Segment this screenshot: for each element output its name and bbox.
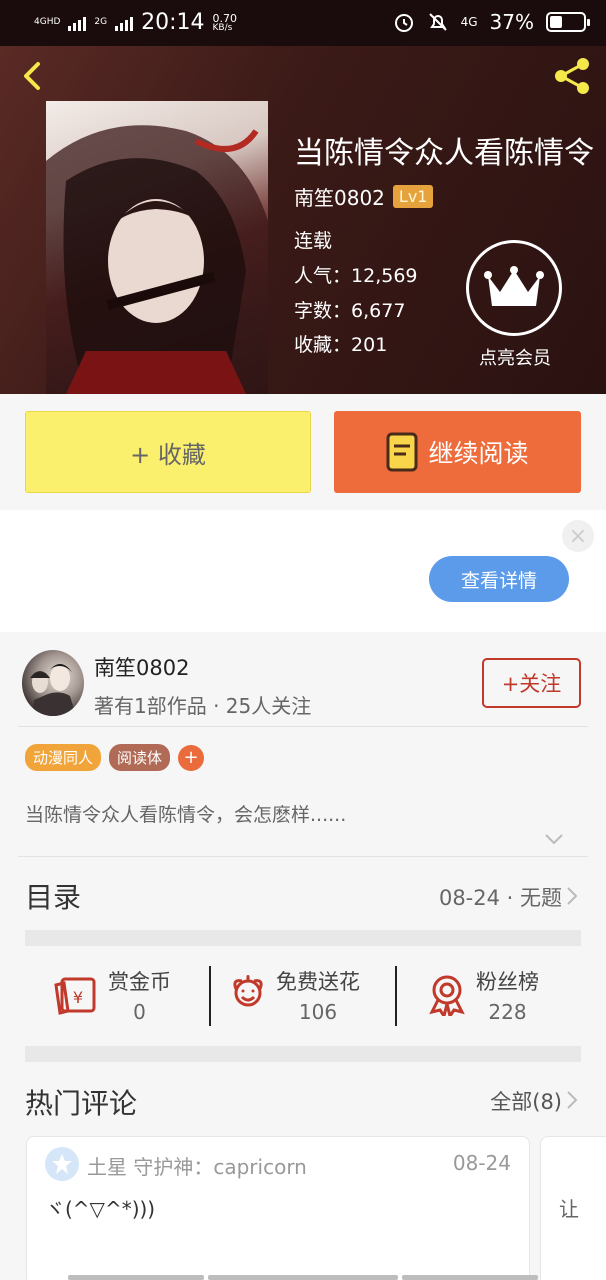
reward-coin-value: 0: [133, 1000, 146, 1024]
reward-coin-button[interactable]: ¥ 赏金币 0: [54, 966, 171, 1024]
fan-ranking-button[interactable]: 粉丝榜 228: [428, 966, 539, 1024]
crown-icon: [466, 240, 562, 336]
send-flower-button[interactable]: 免费送花 106: [230, 966, 360, 1024]
word-count-value: 6,677: [351, 300, 406, 322]
avatar[interactable]: [22, 650, 84, 716]
comment-card[interactable]: 让: [540, 1136, 606, 1280]
carousel-indicator: [402, 1275, 538, 1280]
network-type-2: 2G: [94, 17, 108, 27]
add-tag-button[interactable]: +: [178, 744, 205, 771]
network-type-1: 4GHD: [34, 17, 61, 27]
comment-text: ヾ(^▽^*))): [45, 1197, 156, 1221]
stats-row: ¥ 赏金币 0 免费送花 106 粉丝榜 228: [0, 946, 606, 1046]
mute-bell-icon: [428, 13, 447, 31]
tag-reading-style[interactable]: 阅读体: [109, 744, 171, 771]
book-icon: [386, 432, 418, 472]
user-avatar-icon[interactable]: [45, 1147, 79, 1181]
action-bar: + 收藏 继续阅读: [0, 394, 606, 510]
book-status: 连载: [294, 230, 333, 252]
chevron-right-icon[interactable]: [566, 1090, 578, 1110]
fan-ranking-value: 228: [488, 1000, 527, 1024]
net-speed-unit: KB/s: [212, 22, 233, 33]
follow-button[interactable]: +关注: [482, 658, 581, 708]
section-separator: [25, 1046, 581, 1062]
table-of-contents-row[interactable]: 目录 08-24 · 无题: [0, 866, 606, 928]
reward-coin-icon: ¥: [54, 977, 96, 1015]
clock: 20:14: [141, 10, 205, 35]
author-level-badge: Lv1: [392, 185, 434, 208]
reward-coin-label: 赏金币: [108, 970, 171, 994]
author-stats: 著有1部作品 · 25人关注: [94, 694, 312, 718]
chevron-right-icon: [567, 887, 578, 905]
comment-text: 让: [559, 1197, 579, 1221]
book-description: 当陈情令众人看陈情令，会怎麽样......: [25, 804, 347, 826]
favorites-row: 收藏：201: [294, 334, 388, 356]
divider: [395, 966, 397, 1026]
tag-list: 动漫同人 阅读体 +: [25, 744, 205, 771]
send-flower-value: 106: [298, 1000, 338, 1024]
divider: [209, 966, 211, 1026]
carousel-indicator: [68, 1275, 204, 1280]
medal-icon: [429, 975, 465, 1016]
battery-percent: 37%: [489, 10, 534, 34]
continue-reading-button[interactable]: 继续阅读: [334, 411, 581, 493]
view-details-button[interactable]: 查看详情: [429, 556, 569, 602]
popularity-value: 12,569: [351, 265, 418, 287]
vip-member-button[interactable]: 点亮会员: [466, 240, 564, 370]
divider: [18, 856, 588, 857]
vip-label: 点亮会员: [479, 348, 551, 369]
close-icon[interactable]: ×: [562, 520, 594, 552]
word-count-row: 字数：6,677: [294, 300, 406, 322]
popularity-row: 人气：12,569: [294, 265, 418, 287]
back-arrow-icon[interactable]: [16, 60, 48, 92]
status-bar: 4GHD 2G 20:14 0.70 KB/s 4G 37%: [0, 0, 606, 46]
svg-text:¥: ¥: [73, 988, 83, 1007]
book-author[interactable]: 南笙0802: [294, 182, 385, 211]
net-type: 4G: [460, 14, 478, 29]
signal-icon-2: [115, 15, 134, 31]
battery-icon: [546, 12, 590, 32]
comment-date: 08-24: [452, 1151, 511, 1175]
comment-card[interactable]: 土星 守护神：capricorn 08-24 ヾ(^▽^*))): [26, 1136, 530, 1280]
all-comments-link[interactable]: 全部(8): [490, 1086, 562, 1116]
favorites-value: 201: [351, 334, 388, 356]
add-favorite-button[interactable]: + 收藏: [25, 411, 311, 493]
net-speed-value: 0.70: [212, 11, 238, 25]
carousel-indicator: [208, 1275, 398, 1280]
book-header: 当陈情令众人看陈情令 南笙0802 Lv1 连载 人气：12,569 字数：6,…: [0, 46, 606, 394]
share-icon[interactable]: [550, 54, 594, 98]
toc-title: 目录: [25, 881, 82, 914]
book-title: 当陈情令众人看陈情令: [294, 136, 594, 171]
book-cover-image[interactable]: [46, 101, 268, 394]
signal-icon: [68, 15, 87, 31]
hot-comments-header: 热门评论 全部(8): [0, 1066, 606, 1136]
comment-user[interactable]: 土星 守护神：capricorn: [87, 1151, 307, 1180]
divider: [18, 726, 588, 727]
send-flower-label: 免费送花: [276, 970, 360, 994]
hot-comments-title: 热门评论: [25, 1087, 138, 1120]
fan-ranking-label: 粉丝榜: [476, 970, 539, 994]
continue-reading-label: 继续阅读: [428, 439, 529, 468]
tag-anime-fanfic[interactable]: 动漫同人: [25, 744, 102, 771]
ad-banner: × 查看详情: [0, 510, 606, 632]
flower-icon: [233, 975, 263, 1007]
section-separator: [25, 930, 581, 946]
expand-chevron-icon[interactable]: [544, 832, 564, 846]
latest-chapter: 08-24 · 无题: [438, 886, 562, 910]
alarm-icon: [394, 14, 413, 32]
author-name[interactable]: 南笙0802: [94, 652, 189, 682]
